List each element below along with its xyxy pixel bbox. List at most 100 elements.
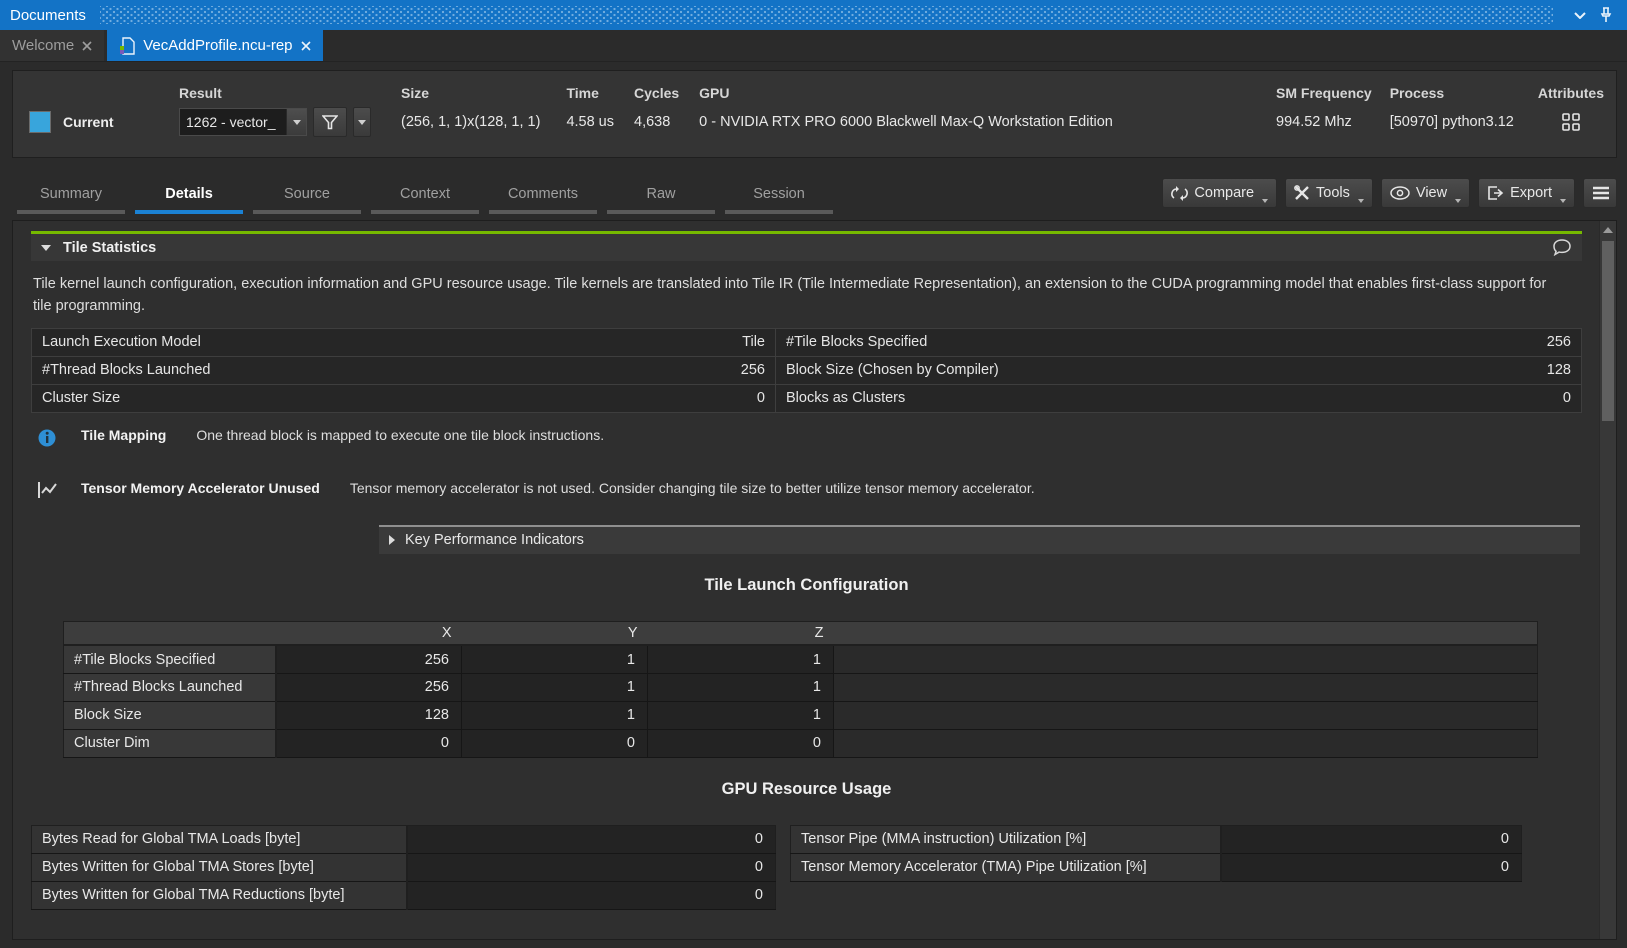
- stat-value: 256: [621, 356, 776, 384]
- gpu-column-header: GPU: [699, 79, 1266, 105]
- cell-value: 256: [276, 673, 462, 701]
- close-icon[interactable]: [301, 41, 311, 51]
- result-select-value: 1262 - vector_: [180, 114, 286, 130]
- tools-icon: [1294, 185, 1310, 201]
- size-column-header: Size: [401, 79, 540, 105]
- notice-text: Tensor memory accelerator is not used. C…: [350, 480, 1035, 496]
- empty-cell: [834, 645, 1538, 673]
- result-select[interactable]: 1262 - vector_: [179, 108, 307, 136]
- metric-label: Bytes Written for Global TMA Stores [byt…: [32, 853, 407, 881]
- row-label: Block Size: [64, 701, 276, 729]
- tab-session[interactable]: Session: [720, 186, 838, 214]
- stat-value: Tile: [621, 328, 776, 356]
- notice-text: One thread block is mapped to execute on…: [196, 427, 604, 443]
- document-tab-bar: Welcome VecAddProfile.ncu-rep: [0, 30, 1627, 62]
- cycles-value: 4,638: [634, 105, 679, 139]
- pin-icon[interactable]: [1593, 3, 1619, 27]
- row-label: #Tile Blocks Specified: [64, 645, 276, 673]
- tab-raw[interactable]: Raw: [602, 186, 720, 214]
- cell-value: 0: [276, 729, 462, 757]
- row-label: Cluster Dim: [64, 729, 276, 757]
- table-row: Bytes Written for Global TMA Reductions …: [32, 881, 776, 909]
- tab-welcome[interactable]: Welcome: [0, 30, 104, 61]
- metric-value: 0: [1221, 853, 1522, 881]
- tab-comments[interactable]: Comments: [484, 186, 602, 214]
- chevron-down-icon[interactable]: [1567, 3, 1593, 27]
- export-icon: [1487, 185, 1504, 201]
- table-row: Cluster Size 0 Blocks as Clusters 0: [32, 384, 1582, 412]
- tma-unused-notice: Tensor Memory Accelerator Unused Tensor …: [37, 480, 1582, 499]
- result-header-panel: Current Result 1262 - vector_ Size (256,…: [12, 70, 1617, 158]
- result-column-header: Result: [179, 79, 371, 105]
- tab-summary[interactable]: Summary: [12, 186, 130, 214]
- tile-launch-configuration-title: Tile Launch Configuration: [31, 576, 1582, 595]
- panel-title: Documents: [10, 7, 86, 24]
- cell-value: 1: [648, 701, 834, 729]
- vertical-scrollbar[interactable]: [1599, 221, 1616, 939]
- view-button[interactable]: View: [1381, 178, 1470, 208]
- scrollbar-thumb[interactable]: [1602, 241, 1614, 421]
- stat-value: 256: [1349, 328, 1582, 356]
- compare-icon: [1171, 186, 1188, 201]
- empty-cell: [834, 729, 1538, 757]
- details-page-content: Tile Statistics Tile kernel launch confi…: [12, 220, 1617, 940]
- row-label: #Thread Blocks Launched: [64, 673, 276, 701]
- metric-label: Tensor Pipe (MMA instruction) Utilizatio…: [791, 825, 1221, 853]
- compare-button[interactable]: Compare: [1162, 178, 1277, 208]
- scroll-up-arrow[interactable]: [1600, 221, 1616, 238]
- documents-title-bar: Documents: [0, 0, 1627, 30]
- tile-launch-configuration-table: X Y Z #Tile Blocks Specified 256 1 1 #Th…: [63, 621, 1538, 758]
- tab-vecaddprofile[interactable]: VecAddProfile.ncu-rep: [107, 30, 322, 61]
- menu-button[interactable]: [1583, 178, 1617, 208]
- collapse-triangle-icon[interactable]: [41, 245, 51, 251]
- cell-value: 128: [276, 701, 462, 729]
- time-value: 4.58 us: [566, 105, 614, 139]
- app-window: Documents Welcome VecAddProfile.ncu-: [0, 0, 1627, 940]
- filter-button[interactable]: [313, 107, 347, 137]
- tab-details[interactable]: Details: [130, 186, 248, 214]
- key-performance-indicators-header[interactable]: Key Performance Indicators: [379, 525, 1580, 554]
- cell-value: 1: [648, 645, 834, 673]
- close-icon[interactable]: [82, 41, 92, 51]
- section-description: Tile kernel launch configuration, execut…: [33, 273, 1563, 318]
- column-header-y: Y: [462, 621, 648, 645]
- filter-dropdown-button[interactable]: [353, 107, 371, 137]
- tile-statistics-section-header[interactable]: Tile Statistics: [31, 231, 1582, 261]
- empty-cell: [834, 673, 1538, 701]
- current-result-label: Current: [63, 114, 114, 130]
- gpu-resource-usage-title: GPU Resource Usage: [31, 780, 1582, 799]
- empty-cell: [834, 701, 1538, 729]
- cell-value: 0: [462, 729, 648, 757]
- table-row: Block Size 128 1 1: [64, 701, 1538, 729]
- table-row: Bytes Written for Global TMA Stores [byt…: [32, 853, 776, 881]
- cycles-column-header: Cycles: [634, 79, 679, 105]
- cell-value: 1: [462, 701, 648, 729]
- table-row: #Tile Blocks Specified 256 1 1: [64, 645, 1538, 673]
- tools-button[interactable]: Tools: [1285, 178, 1373, 208]
- cell-value: 256: [276, 645, 462, 673]
- column-header-x: X: [276, 621, 462, 645]
- stat-label: #Tile Blocks Specified: [776, 328, 1350, 356]
- titlebar-grip-texture[interactable]: [100, 6, 1553, 24]
- table-row: Tensor Memory Accelerator (TMA) Pipe Uti…: [791, 853, 1522, 881]
- stat-value: 0: [621, 384, 776, 412]
- info-icon: [37, 428, 63, 448]
- stat-label: Block Size (Chosen by Compiler): [776, 356, 1350, 384]
- tab-context[interactable]: Context: [366, 186, 484, 214]
- stat-value: 128: [1349, 356, 1582, 384]
- chevron-down-icon[interactable]: [286, 109, 306, 135]
- table-row: Cluster Dim 0 0 0: [64, 729, 1538, 757]
- metric-label: Tensor Memory Accelerator (TMA) Pipe Uti…: [791, 853, 1221, 881]
- attributes-grid-icon[interactable]: [1562, 113, 1580, 131]
- tab-welcome-label: Welcome: [12, 37, 74, 54]
- tab-source[interactable]: Source: [248, 186, 366, 214]
- table-header-row: X Y Z: [64, 621, 1538, 645]
- expand-triangle-icon[interactable]: [389, 535, 395, 545]
- metric-label: Bytes Written for Global TMA Reductions …: [32, 881, 407, 909]
- tma-bytes-table: Bytes Read for Global TMA Loads [byte] 0…: [31, 825, 776, 910]
- export-button[interactable]: Export: [1478, 178, 1575, 208]
- cell-value: 1: [648, 673, 834, 701]
- comment-bubble-icon[interactable]: [1552, 239, 1572, 256]
- result-color-swatch[interactable]: [29, 111, 51, 133]
- attributes-column-header: Attributes: [1538, 79, 1604, 105]
